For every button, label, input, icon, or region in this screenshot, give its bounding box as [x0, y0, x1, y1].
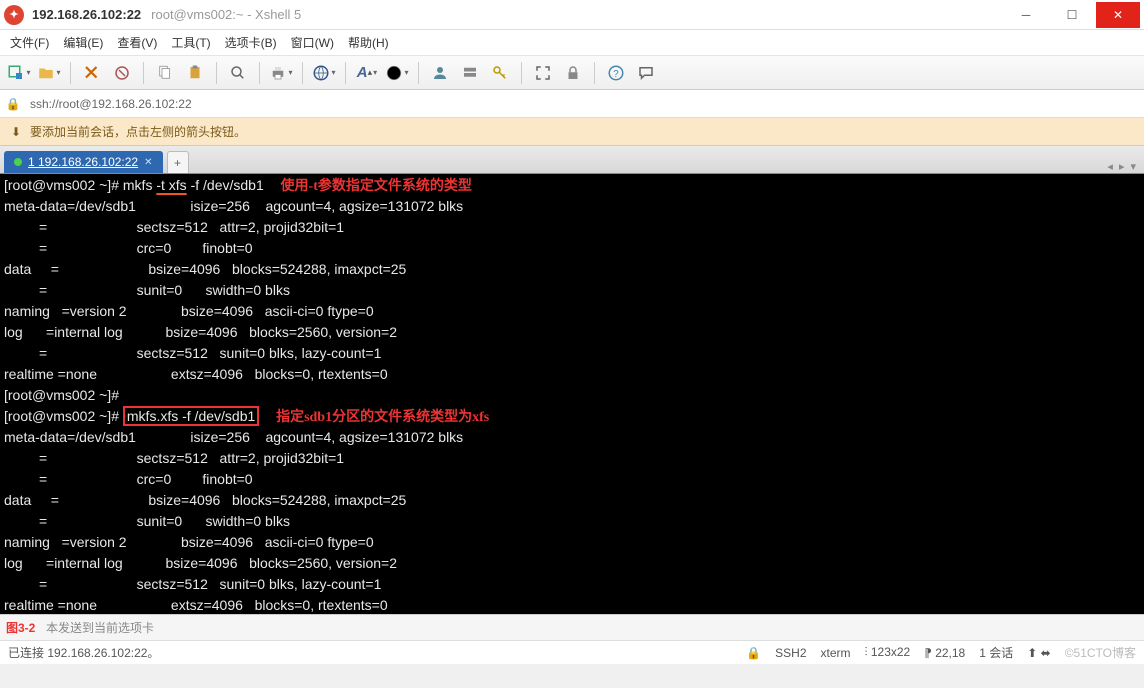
toolbar-separator — [70, 62, 71, 84]
menu-bar: 文件(F) 编辑(E) 查看(V) 工具(T) 选项卡(B) 窗口(W) 帮助(… — [0, 30, 1144, 56]
prompt: [root@vms002 ~]# — [4, 387, 119, 403]
prompt: [root@vms002 ~]# — [4, 177, 123, 193]
address-bar: 🔒 — [0, 90, 1144, 118]
figure-label: 图3-2 — [6, 619, 35, 636]
lock-icon: 🔒 — [0, 97, 26, 111]
toolbar-separator — [143, 62, 144, 84]
paste-button[interactable] — [182, 60, 208, 86]
title-bar: ✦ 192.168.26.102:22 root@vms002:~ - Xshe… — [0, 0, 1144, 30]
tab-prev-icon[interactable]: ◂ — [1107, 160, 1113, 173]
help-button[interactable]: ? — [603, 60, 629, 86]
cmd-highlight: -t xfs — [156, 177, 186, 193]
toolbar-separator — [345, 62, 346, 84]
annotation-1: 使用-t参数指定文件系统的类型 — [281, 179, 472, 194]
app-logo: ✦ — [4, 5, 24, 25]
menu-help[interactable]: 帮助(H) — [348, 34, 389, 51]
session-tab-1[interactable]: 1 192.168.26.102:22 ✕ — [4, 151, 163, 173]
key-button[interactable] — [487, 60, 513, 86]
open-button[interactable]: ▾ — [36, 60, 62, 86]
output-1: meta-data=/dev/sdb1 isize=256 agcount=4,… — [4, 198, 463, 382]
status-ssh: SSH2 — [775, 646, 806, 660]
disconnect-button[interactable] — [109, 60, 135, 86]
tab-strip: 1 192.168.26.102:22 ✕ + ◂ ▸ ▾ — [0, 146, 1144, 174]
status-cursor: 22,18 — [935, 646, 965, 660]
encoding-button[interactable]: ▾ — [311, 60, 337, 86]
font-button[interactable]: A▴▾ — [354, 60, 380, 86]
address-input[interactable] — [26, 95, 1144, 113]
toolbar-separator — [259, 62, 260, 84]
new-session-button[interactable]: ▾ — [6, 60, 32, 86]
window-subtitle: root@vms002:~ - Xshell 5 — [151, 7, 301, 22]
find-button[interactable] — [225, 60, 251, 86]
copy-button[interactable] — [152, 60, 178, 86]
status-connected: 已连接 192.168.26.102:22。 — [8, 644, 159, 661]
tab-close-icon[interactable]: ✕ — [144, 157, 152, 168]
toolbar-separator — [418, 62, 419, 84]
minimize-button[interactable]: ─ — [1004, 2, 1048, 28]
output-2: meta-data=/dev/sdb1 isize=256 agcount=4,… — [4, 429, 463, 613]
toolbar-separator — [521, 62, 522, 84]
user-button[interactable] — [427, 60, 453, 86]
status-sessions: 1 会话 — [979, 644, 1013, 661]
svg-text:?: ? — [613, 68, 619, 79]
menu-file[interactable]: 文件(F) — [10, 34, 49, 51]
prompt: [root@vms002 ~]# — [4, 408, 123, 424]
terminal[interactable]: [root@vms002 ~]# mkfs -t xfs -f /dev/sdb… — [0, 174, 1144, 614]
status-size: 123x22 — [871, 645, 910, 659]
print-button[interactable]: ▾ — [268, 60, 294, 86]
tip-text: 要添加当前会话，点击左侧的箭头按钮。 — [30, 123, 246, 140]
chat-button[interactable] — [633, 60, 659, 86]
status-lock-icon: 🔒 — [746, 646, 761, 660]
close-button[interactable]: ✕ — [1096, 2, 1140, 28]
lock-button[interactable] — [560, 60, 586, 86]
toolbar-separator — [594, 62, 595, 84]
color-button[interactable]: ▾ — [384, 60, 410, 86]
menu-tabs[interactable]: 选项卡(B) — [225, 34, 277, 51]
toolbar-separator — [216, 62, 217, 84]
menu-edit[interactable]: 编辑(E) — [63, 34, 103, 51]
maximize-button[interactable]: ☐ — [1050, 2, 1094, 28]
compose-hint: 本发送到当前选项卡 — [46, 619, 154, 636]
menu-view[interactable]: 查看(V) — [117, 34, 157, 51]
toolbar-separator — [302, 62, 303, 84]
menu-tools[interactable]: 工具(T) — [171, 34, 210, 51]
toolbar: ▾ ▾ ▾ ▾ A▴▾ ▾ ? — [0, 56, 1144, 90]
annotation-2: 指定sdb1分区的文件系统类型为xfs — [276, 410, 489, 425]
window-address: 192.168.26.102:22 — [32, 7, 141, 22]
menu-window[interactable]: 窗口(W) — [291, 34, 334, 51]
fullscreen-button[interactable] — [530, 60, 556, 86]
compose-bar: 图3-2 本发送到当前选项卡 — [0, 614, 1144, 640]
watermark: ©51CTO博客 — [1065, 644, 1136, 661]
status-dot-icon — [14, 158, 22, 166]
tip-bar: ⬇ 要添加当前会话，点击左侧的箭头按钮。 — [0, 118, 1144, 146]
cmd-boxed: mkfs.xfs -f /dev/sdb1 — [123, 406, 259, 426]
status-term: xterm — [821, 646, 851, 660]
tip-arrow-icon[interactable]: ⬇ — [8, 124, 24, 140]
tab-label: 1 192.168.26.102:22 — [28, 155, 138, 169]
reconnect-button[interactable] — [79, 60, 105, 86]
tab-menu-icon[interactable]: ▾ — [1130, 160, 1136, 173]
status-bar: 已连接 192.168.26.102:22。 🔒 SSH2 xterm ⫶ 12… — [0, 640, 1144, 664]
tab-next-icon[interactable]: ▸ — [1119, 160, 1125, 173]
add-tab-button[interactable]: + — [167, 151, 189, 173]
server-button[interactable] — [457, 60, 483, 86]
